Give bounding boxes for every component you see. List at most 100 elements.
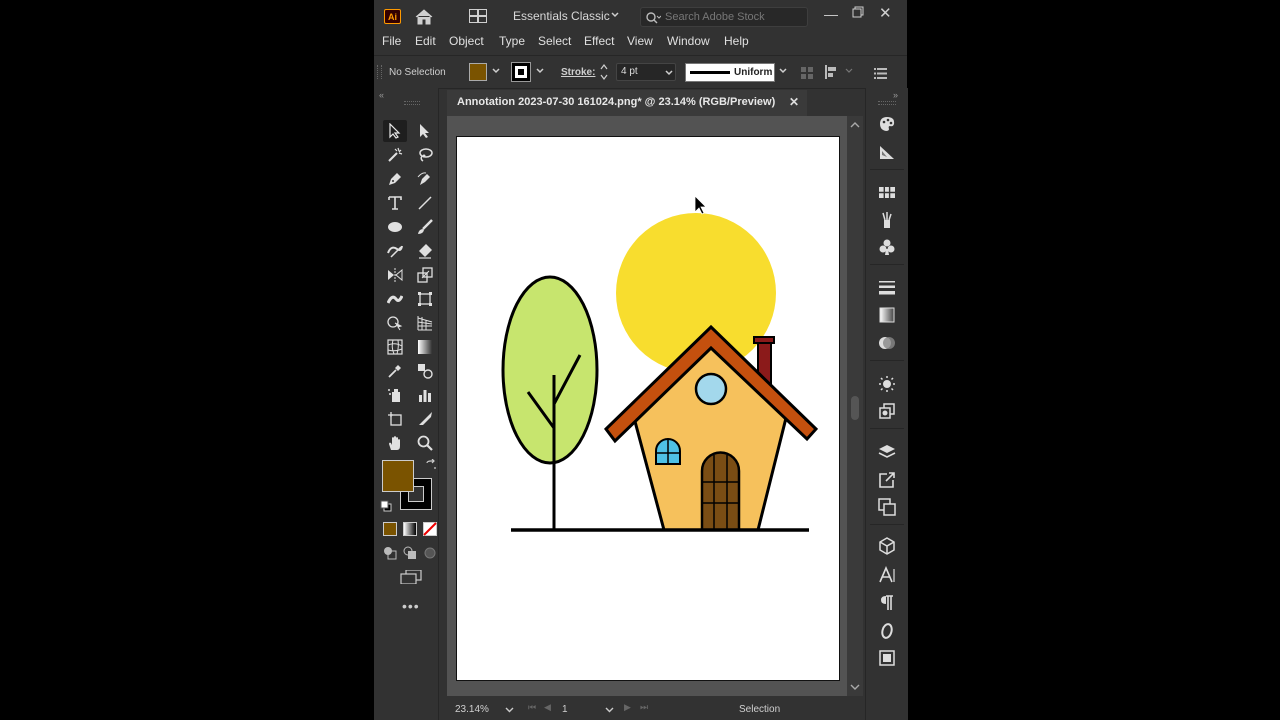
- none-mode-icon[interactable]: [423, 522, 437, 541]
- menu-select[interactable]: Select: [538, 34, 571, 48]
- menu-window[interactable]: Window: [667, 34, 710, 48]
- direct-selection-tool-icon[interactable]: [413, 120, 437, 142]
- stroke-label[interactable]: Stroke:: [561, 67, 595, 78]
- menu-effect[interactable]: Effect: [584, 34, 614, 48]
- glyphs-panel-icon[interactable]: [876, 647, 898, 669]
- default-fill-stroke-icon[interactable]: [380, 499, 392, 517]
- workspace-switcher-icon[interactable]: [468, 8, 488, 28]
- tools-grip-handle[interactable]: [404, 101, 420, 105]
- mesh-tool-icon[interactable]: [383, 336, 407, 358]
- workspace-label[interactable]: Essentials Classic: [513, 9, 610, 23]
- round-window-shape[interactable]: [694, 372, 728, 406]
- asset-export-panel-icon[interactable]: [876, 469, 898, 491]
- reflect-tool-icon[interactable]: [383, 264, 407, 286]
- stock-search-input[interactable]: Search Adobe Stock: [640, 7, 808, 27]
- artboard-navigator[interactable]: 1: [559, 702, 617, 718]
- zoom-dropdown[interactable]: 23.14%: [453, 702, 517, 718]
- artboard[interactable]: [456, 136, 840, 681]
- symbols-panel-icon[interactable]: [876, 236, 898, 258]
- line-segment-tool-icon[interactable]: [413, 192, 437, 214]
- scroll-down-icon[interactable]: [850, 683, 860, 691]
- edit-toolbar-icon[interactable]: •••: [402, 598, 420, 614]
- zoom-tool-icon[interactable]: [413, 432, 437, 454]
- collapse-panel-icon[interactable]: «: [379, 90, 384, 100]
- align-chevron-down-icon[interactable]: [845, 67, 853, 77]
- stroke-panel-icon[interactable]: [876, 276, 898, 298]
- close-icon[interactable]: ✕: [879, 4, 892, 22]
- menu-file[interactable]: File: [382, 34, 401, 48]
- house-illustration[interactable]: [457, 137, 839, 680]
- next-artboard-icon[interactable]: ▶: [624, 702, 631, 713]
- vertical-scrollbar[interactable]: [847, 116, 863, 696]
- gradient-tool-icon[interactable]: [413, 336, 437, 358]
- stroke-weight-field[interactable]: 4 pt: [616, 63, 676, 81]
- grip-handle[interactable]: [377, 65, 382, 79]
- screen-mode-icon[interactable]: [400, 569, 422, 589]
- menu-view[interactable]: View: [627, 34, 653, 48]
- home-icon[interactable]: [415, 9, 433, 30]
- paintbrush-tool-icon[interactable]: [413, 216, 437, 238]
- fill-swatch[interactable]: [469, 63, 487, 81]
- column-graph-tool-icon[interactable]: [413, 384, 437, 406]
- shape-builder-tool-icon[interactable]: [383, 312, 407, 334]
- current-tool-status[interactable]: Selection: [739, 704, 780, 715]
- profile-chevron-down-icon[interactable]: [778, 66, 788, 78]
- draw-normal-icon[interactable]: [383, 546, 397, 565]
- symbol-sprayer-tool-icon[interactable]: [383, 384, 407, 406]
- width-tool-icon[interactable]: [383, 288, 407, 310]
- chevron-down-icon[interactable]: [610, 10, 620, 22]
- blend-tool-icon[interactable]: [413, 360, 437, 382]
- hand-tool-icon[interactable]: [383, 432, 407, 454]
- transparency-panel-icon[interactable]: [876, 332, 898, 354]
- menu-help[interactable]: Help: [724, 34, 749, 48]
- curvature-tool-icon[interactable]: [413, 168, 437, 190]
- tree-canopy-shape[interactable]: [501, 275, 599, 465]
- graphic-styles-panel-icon[interactable]: [876, 400, 898, 422]
- close-tab-icon[interactable]: ✕: [789, 95, 799, 109]
- fill-chevron-down-icon[interactable]: [491, 66, 501, 78]
- libraries-panel-icon[interactable]: [876, 535, 898, 557]
- ellipse-tool-icon[interactable]: [383, 216, 407, 238]
- dock-grip-handle[interactable]: [878, 101, 896, 105]
- color-guide-icon[interactable]: [876, 141, 898, 163]
- menu-object[interactable]: Object: [449, 34, 484, 48]
- perspective-grid-tool-icon[interactable]: [413, 312, 437, 334]
- panel-menu-icon[interactable]: [874, 66, 887, 84]
- lasso-tool-icon[interactable]: [413, 144, 437, 166]
- maximize-icon[interactable]: [852, 5, 864, 23]
- stroke-stepper-icon[interactable]: [600, 63, 608, 86]
- color-panel-icon[interactable]: [876, 113, 898, 135]
- first-artboard-icon[interactable]: ⏮: [528, 702, 536, 713]
- previous-artboard-icon[interactable]: ◀: [544, 702, 551, 713]
- stroke-profile-dropdown[interactable]: Uniform: [685, 63, 775, 82]
- last-artboard-icon[interactable]: ⏭: [640, 702, 648, 713]
- menu-type[interactable]: Type: [499, 34, 525, 48]
- chimney-cap-shape[interactable]: [753, 336, 775, 344]
- stroke-swatch[interactable]: [511, 62, 531, 82]
- align-grid-icon[interactable]: [801, 66, 813, 84]
- eyedropper-tool-icon[interactable]: [383, 360, 407, 382]
- scroll-thumb[interactable]: [851, 396, 859, 420]
- eraser-tool-icon[interactable]: [413, 240, 437, 262]
- artboard-tool-icon[interactable]: [383, 408, 407, 430]
- document-tab[interactable]: Annotation 2023-07-30 161024.png* @ 23.1…: [447, 90, 807, 116]
- door-shape[interactable]: [700, 451, 741, 532]
- brushes-panel-icon[interactable]: [876, 209, 898, 231]
- selection-tool-icon[interactable]: [383, 120, 407, 142]
- type-tool-icon[interactable]: [383, 192, 407, 214]
- minimize-icon[interactable]: —: [824, 6, 838, 22]
- scale-tool-icon[interactable]: [413, 264, 437, 286]
- draw-inside-icon[interactable]: [423, 546, 437, 565]
- swatches-panel-icon[interactable]: [876, 181, 898, 203]
- scroll-up-icon[interactable]: [850, 121, 860, 129]
- appearance-panel-icon[interactable]: [876, 373, 898, 395]
- stroke-chevron-down-icon[interactable]: [535, 66, 545, 78]
- paragraph-panel-icon[interactable]: [876, 592, 898, 614]
- shaper-tool-icon[interactable]: [383, 240, 407, 262]
- layers-panel-icon[interactable]: [876, 441, 898, 463]
- color-mode-icon[interactable]: [383, 522, 397, 536]
- free-transform-tool-icon[interactable]: [413, 288, 437, 310]
- canvas-area[interactable]: [447, 116, 847, 696]
- slice-tool-icon[interactable]: [413, 408, 437, 430]
- opentype-panel-icon[interactable]: [876, 620, 898, 642]
